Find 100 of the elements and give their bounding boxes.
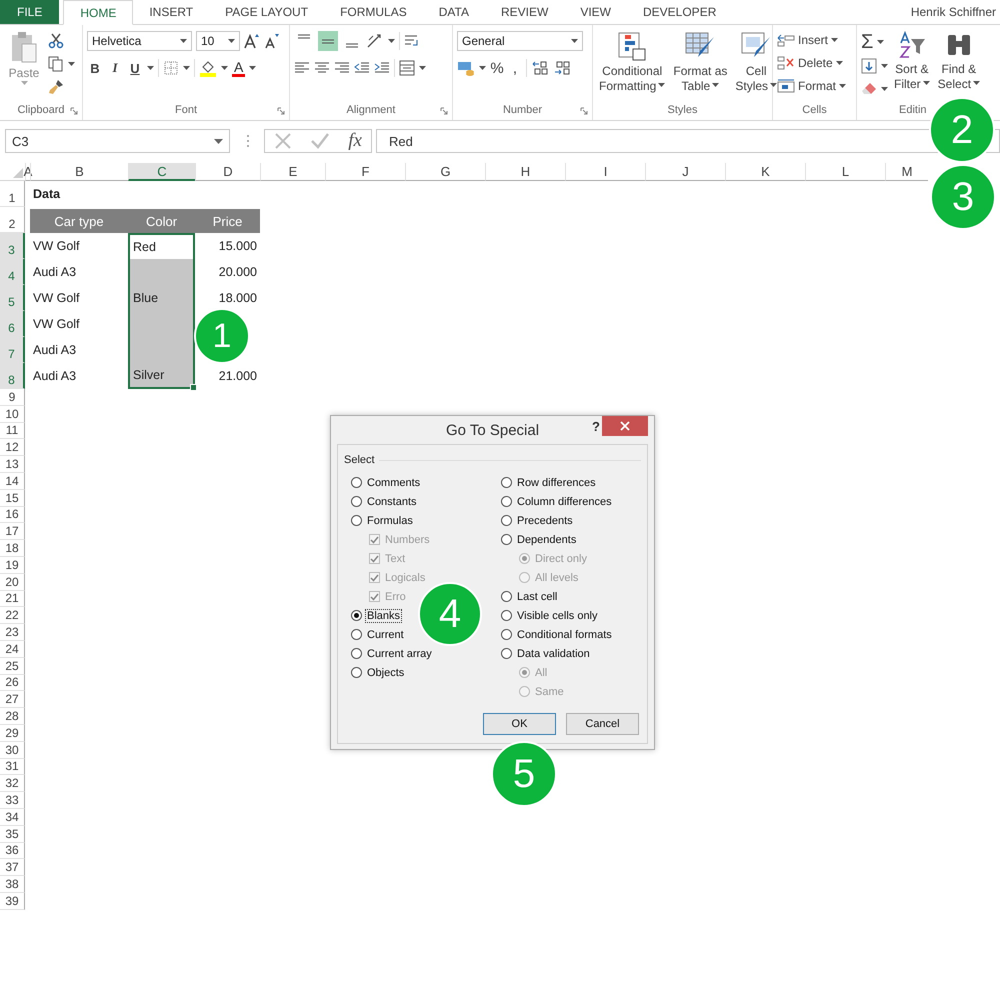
option-label[interactable]: Comments [366, 476, 422, 488]
row-header[interactable]: 19 [0, 556, 25, 574]
ribbon-tab[interactable]: FORMULAS [324, 0, 423, 24]
option-label[interactable]: Current array [366, 648, 433, 660]
option-label[interactable]: Column differences [516, 496, 613, 508]
number-style-button[interactable]: % [490, 60, 504, 76]
align-right-icon[interactable] [334, 61, 350, 75]
row-header[interactable]: 26 [0, 674, 25, 692]
dialog-button[interactable]: Cancel [566, 713, 639, 735]
caret-icon[interactable] [571, 39, 578, 43]
row-header[interactable]: 30 [0, 742, 25, 759]
ribbon-tab[interactable]: PAGE LAYOUT [209, 0, 324, 24]
row-header[interactable]: 15 [0, 490, 25, 507]
launcher-icon[interactable] [580, 107, 588, 115]
cells-button[interactable]: Format [777, 77, 846, 94]
styles-button[interactable]: Format as Table [671, 31, 730, 94]
row-header[interactable]: 14 [0, 472, 25, 490]
caret-icon[interactable] [479, 66, 486, 70]
autosum-button[interactable]: Σ [861, 33, 874, 51]
row-header[interactable]: 32 [0, 775, 25, 792]
cells-button[interactable]: Delete [777, 54, 843, 71]
row-header[interactable]: 28 [0, 708, 25, 725]
check-icon[interactable] [310, 132, 330, 150]
option-label[interactable]: Objects [366, 666, 406, 678]
column-header[interactable]: I [565, 163, 645, 181]
option-label[interactable]: Row differences [516, 476, 597, 488]
row-header[interactable]: 13 [0, 456, 25, 473]
row-header[interactable]: 9 [0, 389, 25, 406]
radio-button[interactable] [351, 667, 362, 678]
row-header[interactable]: 10 [0, 406, 25, 423]
row-header[interactable]: 1 [0, 181, 25, 207]
radio-button[interactable] [351, 629, 362, 640]
column-header[interactable]: K [725, 163, 805, 181]
font-style-button[interactable]: B [87, 60, 103, 76]
close-button[interactable] [602, 416, 648, 436]
row-header[interactable]: 31 [0, 758, 25, 776]
styles-button[interactable]: Cell Styles [733, 31, 780, 94]
font-color-button[interactable]: A [232, 60, 246, 76]
merge-cells-icon[interactable] [399, 60, 415, 76]
help-button[interactable]: ? [592, 419, 600, 434]
row-header[interactable]: 21 [0, 590, 25, 608]
option-label[interactable]: Dependents [516, 534, 578, 546]
font-shrink-icon[interactable] [264, 33, 280, 49]
caret-icon[interactable] [68, 62, 75, 66]
row-header[interactable]: 20 [0, 574, 25, 591]
option-label[interactable]: Constants [366, 496, 418, 508]
row-header[interactable]: 35 [0, 826, 25, 843]
row-header[interactable]: 25 [0, 658, 25, 675]
user-name[interactable]: Henrik Schiffner [910, 5, 1000, 19]
row-header[interactable]: 23 [0, 624, 25, 641]
row-header[interactable]: 3 [0, 233, 25, 259]
row-header[interactable]: 17 [0, 523, 25, 540]
row-header[interactable]: 4 [0, 259, 25, 285]
column-header[interactable]: M [885, 163, 928, 181]
caret-icon[interactable] [221, 66, 228, 70]
row-header[interactable]: 27 [0, 691, 25, 708]
radio-button[interactable] [501, 477, 512, 488]
row-header[interactable]: 39 [0, 892, 25, 910]
row-header[interactable]: 8 [0, 363, 25, 389]
scissors-icon[interactable] [48, 33, 64, 49]
caret-icon[interactable] [419, 66, 426, 70]
font-grow-icon[interactable] [244, 33, 260, 49]
row-header[interactable]: 5 [0, 285, 25, 311]
font-style-button[interactable]: I [107, 60, 123, 76]
row-header[interactable]: 18 [0, 540, 25, 557]
column-header[interactable]: D [195, 163, 260, 181]
vertical-align-button[interactable] [318, 31, 338, 51]
radio-button[interactable] [501, 629, 512, 640]
caret-icon[interactable] [183, 66, 190, 70]
option-label[interactable]: Current [366, 628, 405, 640]
name-box[interactable]: C3 [5, 129, 230, 153]
radio-button[interactable] [351, 610, 362, 621]
column-header[interactable]: F [325, 163, 405, 181]
radio-button[interactable] [501, 496, 512, 507]
radio-button[interactable] [501, 610, 512, 621]
row-header[interactable]: 22 [0, 607, 25, 624]
caret-icon[interactable] [881, 87, 888, 91]
option-label[interactable]: Formulas [366, 514, 414, 526]
fill-down-icon[interactable] [861, 58, 877, 74]
row-header[interactable]: 12 [0, 439, 25, 456]
radio-button[interactable] [501, 515, 512, 526]
number-format-field[interactable]: General [457, 31, 583, 51]
row-header[interactable]: 37 [0, 859, 25, 876]
option-label[interactable]: Blanks [366, 610, 402, 622]
ribbon-tab[interactable]: INSERT [133, 0, 210, 24]
fill-handle[interactable] [190, 384, 197, 391]
launcher-icon[interactable] [277, 107, 285, 115]
editing-button[interactable]: Sort & Filter [892, 31, 932, 92]
insert-function-button[interactable]: fx [348, 130, 362, 152]
ribbon-tab[interactable]: VIEW [564, 0, 627, 24]
decrease-decimal-icon[interactable] [553, 60, 571, 76]
column-header[interactable]: J [645, 163, 725, 181]
radio-button[interactable] [351, 477, 362, 488]
number-style-button[interactable]: , [508, 60, 522, 76]
caret-icon[interactable] [147, 66, 154, 70]
launcher-icon[interactable] [70, 107, 78, 115]
caret-icon[interactable] [228, 39, 235, 43]
radio-button[interactable] [501, 648, 512, 659]
caret-icon[interactable] [388, 39, 395, 43]
option-label[interactable]: Conditional formats [516, 628, 613, 640]
